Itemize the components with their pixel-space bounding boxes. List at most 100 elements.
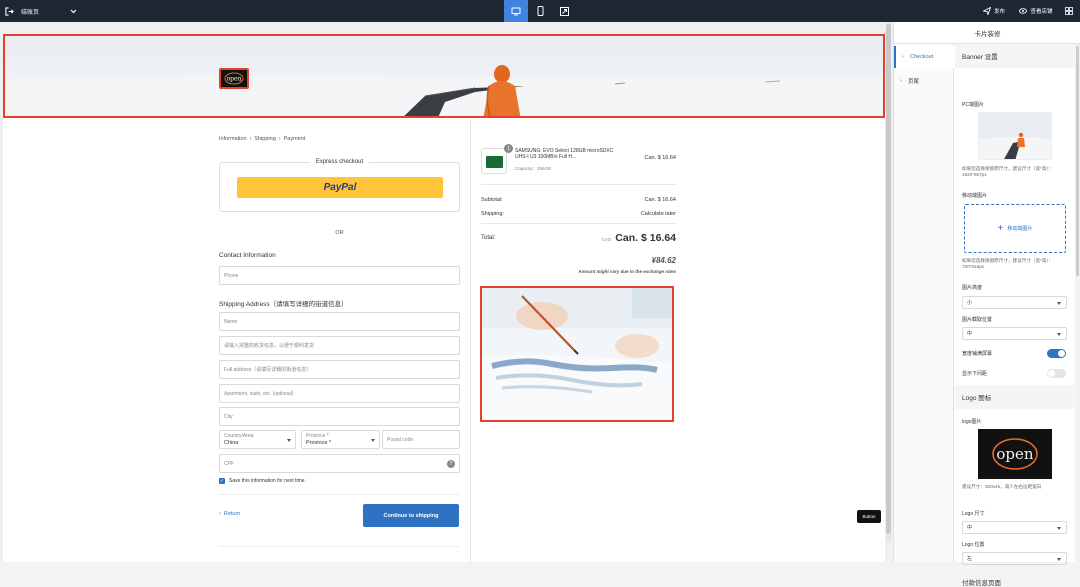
shipping-address-title: Shipping Address（请填写详细的街道信息） <box>219 301 348 308</box>
publish-label: 发布 <box>993 9 1005 15</box>
checkout-page-preview: open Information › Shipping › Payment Ex… <box>3 34 885 562</box>
image-crop-select[interactable]: 中 <box>962 327 1067 340</box>
floating-button[interactable]: Button <box>857 510 881 523</box>
tab-checkout[interactable]: › Checkout <box>894 46 954 68</box>
phone-placeholder: Phone <box>224 272 239 279</box>
total-amount: CAD Can. $ 16.64 <box>602 232 676 244</box>
caret-down-icon <box>1057 333 1061 336</box>
banner-section[interactable]: open <box>3 34 885 118</box>
next-section-header: 付款信息页面 <box>962 580 1001 587</box>
country-label: Country/Area <box>224 433 254 439</box>
banner-logo[interactable]: open <box>219 68 249 89</box>
continue-to-shipping-button[interactable]: Continue to shipping <box>363 504 459 527</box>
breadcrumb: Information › Shipping › Payment <box>219 136 305 142</box>
logo-position-select[interactable]: 左 <box>962 552 1067 565</box>
mobile-image-upload[interactable]: + 移动端图片 <box>964 204 1066 253</box>
country-value: China <box>224 440 239 446</box>
total-row: Total: CAD Can. $ 16.64 <box>481 232 676 244</box>
mobile-image-label: 移动端图片 <box>962 193 988 199</box>
help-icon[interactable]: ? <box>447 460 455 468</box>
pc-image-label: PC端图片 <box>962 102 984 108</box>
postal-code-input[interactable]: Postal code <box>382 430 460 449</box>
eye-icon <box>1019 8 1028 14</box>
panel-scrollbar[interactable] <box>1075 44 1080 562</box>
upload-label: 移动端图片 <box>1007 226 1033 232</box>
province-select[interactable]: Province * Province * <box>301 430 380 449</box>
divider <box>219 494 460 495</box>
save-info-checkbox[interactable]: ✓ Save this information for next time. <box>219 478 306 484</box>
logo-text: open <box>227 76 242 83</box>
cpf-input[interactable]: CPF ? <box>219 454 460 473</box>
subtotal-value: Can. $ 16.64 <box>644 197 677 203</box>
desktop-view-button[interactable] <box>504 0 528 22</box>
tab-footer[interactable]: › 页尾 <box>894 70 954 92</box>
grid-icon <box>1065 7 1073 15</box>
desktop-icon <box>511 7 521 15</box>
checkbox-checked-icon[interactable]: ✓ <box>219 478 225 484</box>
preview-area: open Information › Shipping › Payment Ex… <box>0 22 893 562</box>
express-checkout-box: Express checkout PayPal <box>219 159 460 212</box>
banner-settings-header: Banner 设置 <box>955 44 1075 68</box>
subtotal-label: Subtotal: <box>481 197 503 203</box>
logo-size-select[interactable]: 中 <box>962 521 1067 534</box>
express-checkout-title: Express checkout <box>220 159 459 165</box>
return-link[interactable]: ‹ Return <box>219 511 240 517</box>
publish-button[interactable]: 发布 <box>980 0 1008 22</box>
watercolor-painting-image <box>482 288 672 420</box>
panel-title: 卡片装修 <box>894 22 1080 44</box>
logo-position-label: Logo 位置 <box>962 542 985 548</box>
detail-address-input[interactable]: 请输入完整的收货信息，以便于顺利发货 <box>219 336 460 355</box>
show-divider-label: 显示下间距 <box>962 371 988 377</box>
or-divider: OR <box>335 230 344 236</box>
province-value: Province * <box>306 440 332 446</box>
summary-image-block[interactable] <box>480 286 674 422</box>
exit-icon <box>4 6 14 16</box>
pc-image-preview[interactable] <box>978 112 1052 160</box>
logo-size-label: Logo 尺寸 <box>962 511 985 517</box>
panel-scrollbar-thumb[interactable] <box>1076 46 1079 276</box>
preview-scrollbar[interactable] <box>886 22 891 542</box>
country-select[interactable]: Country/Area China <box>219 430 296 449</box>
panel-tabs: › Checkout › 页尾 <box>894 44 954 562</box>
fullscreen-button[interactable] <box>552 0 576 22</box>
mobile-view-button[interactable] <box>528 0 552 22</box>
save-info-label: Save this information for next time. <box>229 478 306 484</box>
divider <box>481 223 676 224</box>
name-input[interactable]: Name <box>219 312 460 331</box>
open-neon-logo: open <box>992 438 1038 470</box>
breadcrumb-shipping[interactable]: Shipping <box>254 136 275 142</box>
exit-button[interactable] <box>3 0 15 22</box>
order-item: 1 SAMSUNG: EVO Select 128GB microSDXC UH… <box>481 144 676 176</box>
full-width-toggle[interactable] <box>1047 349 1066 358</box>
logo-preview-text: open <box>996 445 1034 463</box>
caret-down-icon <box>287 439 291 442</box>
logo-image-preview[interactable]: open <box>978 429 1052 479</box>
product-name: SAMSUNG: EVO Select 128GB microSDXC UHS-… <box>515 148 614 160</box>
paypal-button[interactable]: PayPal <box>237 177 443 198</box>
breadcrumb-separator-icon: › <box>249 136 252 142</box>
divider <box>219 546 460 547</box>
return-label: Return <box>223 511 241 517</box>
image-crop-label: 图片截取位置 <box>962 317 993 323</box>
page-selector[interactable]: 结账页 <box>18 0 80 22</box>
apartment-input[interactable]: Apartment, suite, etc. (optional) <box>219 384 460 403</box>
shipping-label: Shipping: <box>481 211 504 217</box>
phone-input[interactable]: Phone <box>219 266 460 285</box>
contact-information-title: Contact Information <box>219 252 276 259</box>
image-height-select[interactable]: 小 <box>962 296 1067 309</box>
paypal-logo: PayPal <box>323 182 357 193</box>
scrollbar-thumb[interactable] <box>886 24 891 534</box>
plus-icon: + <box>997 222 1004 234</box>
column-divider <box>470 120 471 562</box>
breadcrumb-payment[interactable]: Payment <box>284 136 306 142</box>
open-neon-logo: open <box>224 72 244 85</box>
view-store-button[interactable]: 查看店铺 <box>1016 0 1056 22</box>
show-divider-toggle[interactable] <box>1047 369 1066 378</box>
caret-down-icon <box>1057 302 1061 305</box>
full-address-input[interactable]: Full address（请填写详细的街道信息） <box>219 360 460 379</box>
city-input[interactable]: City <box>219 407 460 426</box>
breadcrumb-separator-icon: › <box>278 136 281 142</box>
breadcrumb-information[interactable]: Information <box>219 136 247 142</box>
total-currency: CAD <box>601 237 612 242</box>
apps-button[interactable] <box>1062 0 1076 22</box>
